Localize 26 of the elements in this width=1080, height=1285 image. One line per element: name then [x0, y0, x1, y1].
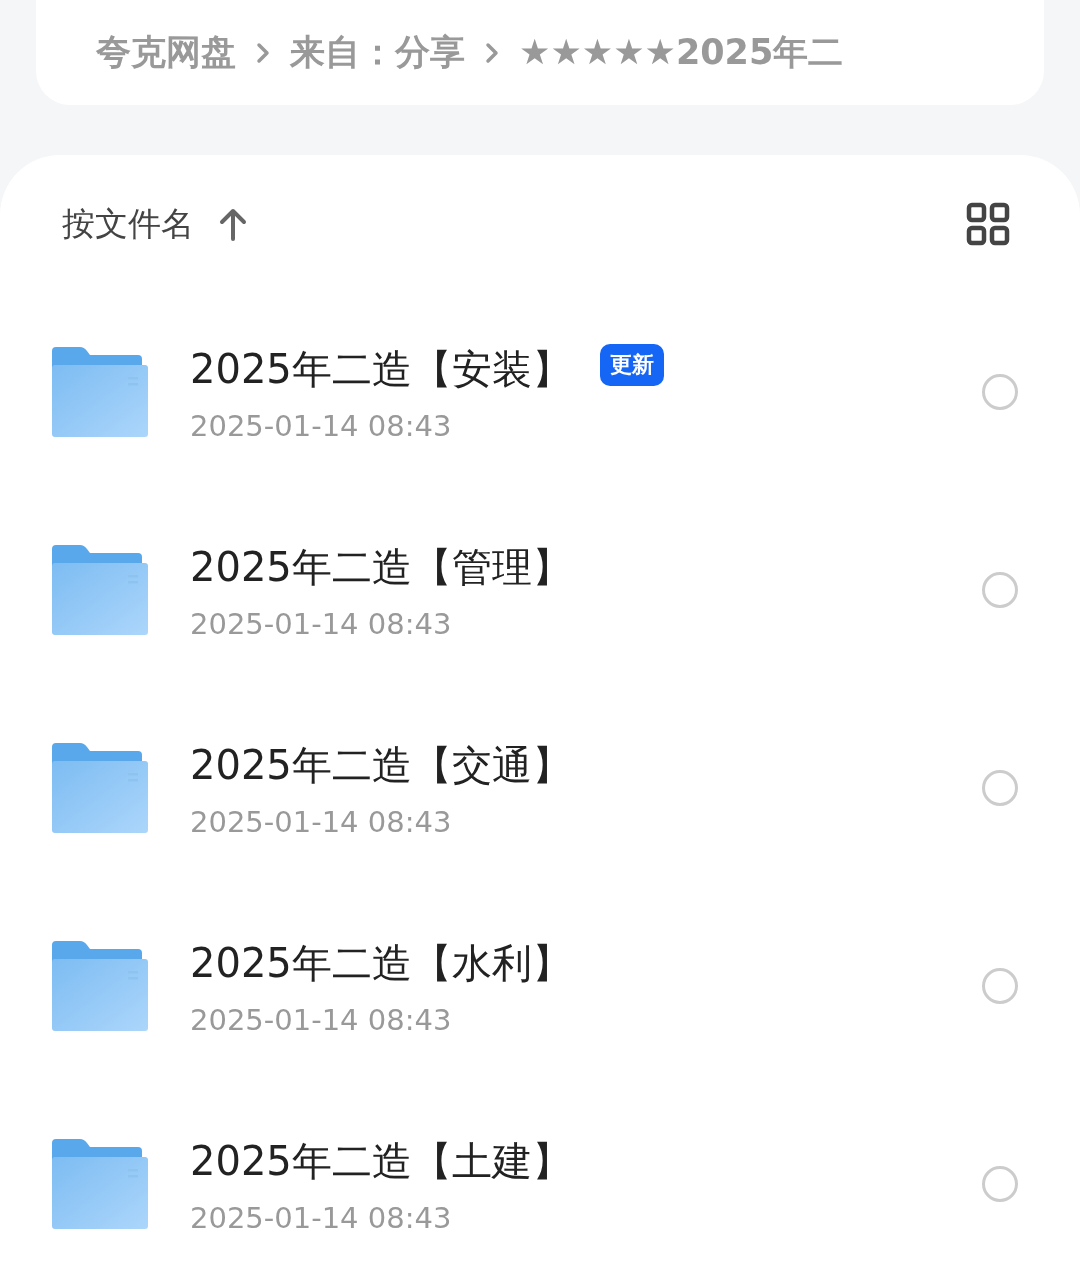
modified-date: 2025-01-14 08:43 — [190, 1002, 453, 1037]
arrow-up-icon[interactable] — [218, 207, 248, 241]
folder-icon — [50, 743, 148, 833]
select-checkbox[interactable] — [982, 770, 1018, 806]
folder-name[interactable]: 2025年二造【土建】 — [190, 1133, 572, 1189]
folder-name[interactable]: 2025年二造【交通】 — [190, 737, 572, 793]
modified-date: 2025-01-14 08:43 — [190, 606, 453, 641]
update-badge: 更新 — [599, 344, 664, 386]
folder-name[interactable]: 2025年二造【水利】 — [190, 935, 572, 991]
chevron-icon — [485, 41, 499, 64]
folder-icon — [50, 941, 148, 1031]
select-checkbox[interactable] — [982, 572, 1018, 608]
folder-icon — [50, 545, 148, 635]
select-checkbox[interactable] — [982, 1166, 1018, 1202]
select-checkbox[interactable] — [982, 968, 1018, 1004]
modified-date: 2025-01-14 08:43 — [190, 804, 453, 839]
folder-name[interactable]: 2025年二造【安装】 — [190, 341, 572, 397]
chevron-icon — [256, 41, 270, 64]
folder-icon — [50, 347, 148, 437]
modified-date: 2025-01-14 08:43 — [190, 408, 453, 443]
grid-view-icon[interactable] — [966, 202, 1010, 246]
folder-icon — [50, 1139, 148, 1229]
folder-name[interactable]: 2025年二造【管理】 — [190, 539, 572, 595]
modified-date: 2025-01-14 08:43 — [190, 1200, 453, 1235]
sort-label[interactable]: 按文件名 — [62, 201, 194, 247]
select-checkbox[interactable] — [982, 374, 1018, 410]
